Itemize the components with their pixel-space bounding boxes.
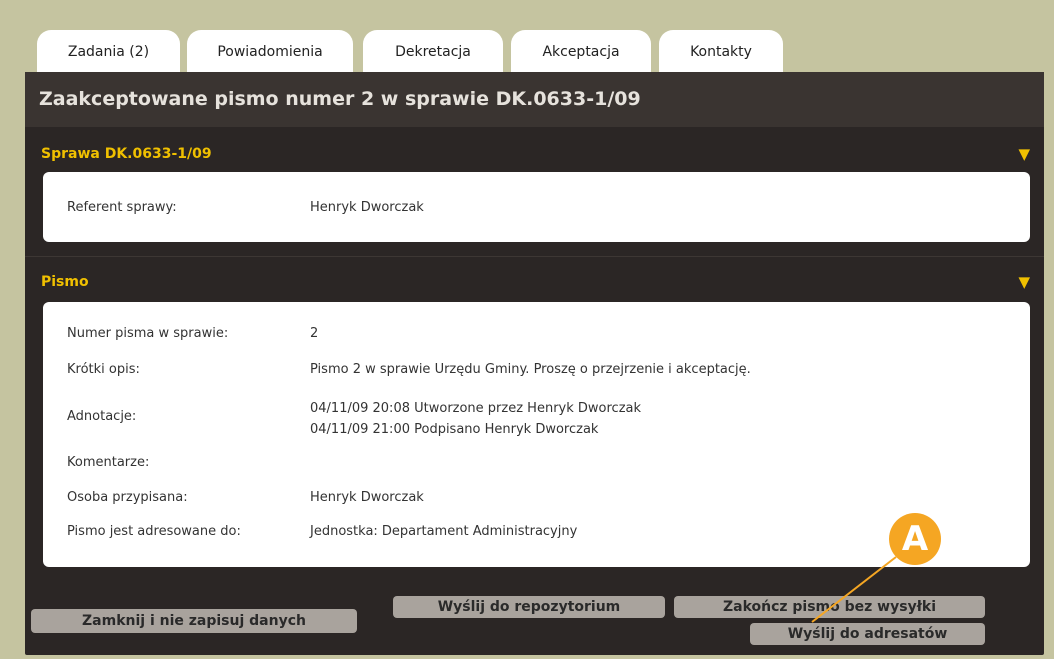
triangle-down-icon[interactable]: ▼ [1018, 260, 1030, 304]
field-label: Referent sprawy: [67, 200, 177, 215]
section-header-pismo[interactable]: Pismo ▼ [25, 260, 1044, 304]
field-value: Pismo 2 w sprawie Urzędu Gminy. Proszę o… [310, 362, 751, 377]
tab-akceptacja[interactable]: Akceptacja [511, 30, 651, 74]
divider [25, 256, 1044, 257]
section-title: Sprawa DK.0633-1/09 [41, 146, 212, 162]
field-value: 2 [310, 326, 319, 341]
close-without-saving-button[interactable]: Zamknij i nie zapisuj danych [31, 609, 357, 633]
triangle-down-icon[interactable]: ▼ [1018, 132, 1030, 176]
document-panel: Zaakceptowane pismo numer 2 w sprawie DK… [25, 72, 1044, 655]
send-to-repository-button[interactable]: Wyślij do repozytorium [393, 596, 665, 618]
field-value: Henryk Dworczak [310, 200, 424, 215]
field-label: Krótki opis: [67, 362, 140, 377]
field-value: 04/11/09 20:08 Utworzone przez Henryk Dw… [310, 401, 642, 416]
sprawa-card: Referent sprawy: Henryk Dworczak [43, 172, 1030, 242]
field-label: Adnotacje: [67, 409, 137, 424]
field-label: Numer pisma w sprawie: [67, 326, 229, 341]
tab-powiadomienia[interactable]: Powiadomienia [187, 30, 353, 74]
finish-without-sending-button[interactable]: Zakończ pismo bez wysyłki [674, 596, 985, 618]
tab-zadania[interactable]: Zadania (2) [37, 30, 180, 74]
annotation-marker: A [889, 513, 941, 565]
pismo-card: Numer pisma w sprawie: 2 Krótki opis: Pi… [43, 302, 1030, 567]
field-label: Osoba przypisana: [67, 490, 188, 505]
field-value: Henryk Dworczak [310, 490, 424, 505]
tab-kontakty[interactable]: Kontakty [659, 30, 783, 74]
field-label: Komentarze: [67, 455, 150, 470]
section-header-sprawa[interactable]: Sprawa DK.0633-1/09 ▼ [25, 132, 1044, 176]
page-title: Zaakceptowane pismo numer 2 w sprawie DK… [25, 72, 1044, 127]
field-value-line2: 04/11/09 21:00 Podpisano Henryk Dworczak [310, 422, 599, 437]
section-title: Pismo [41, 274, 89, 290]
field-label: Pismo jest adresowane do: [67, 524, 241, 539]
tab-dekretacja[interactable]: Dekretacja [363, 30, 503, 74]
field-value: Jednostka: Departament Administracyjny [310, 524, 578, 539]
send-to-recipients-button[interactable]: Wyślij do adresatów [750, 623, 985, 645]
